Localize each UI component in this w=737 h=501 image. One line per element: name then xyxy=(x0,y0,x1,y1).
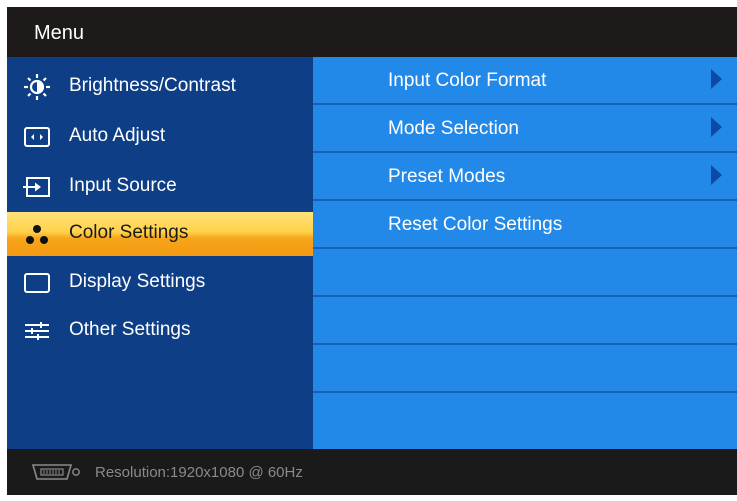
display-settings-icon xyxy=(24,273,50,293)
chevron-right-icon xyxy=(711,69,722,89)
resolution-text: Resolution:1920x1080 @ 60Hz xyxy=(95,464,303,481)
input-source-icon xyxy=(23,177,50,197)
menu-item-brightness-contrast[interactable]: Brightness/Contrast xyxy=(7,65,313,109)
menu-item-label: Brightness/Contrast xyxy=(69,75,236,96)
submenu-item-preset-modes[interactable]: Preset Modes xyxy=(313,153,737,201)
submenu-item-label: Mode Selection xyxy=(388,118,519,139)
menu-title: Menu xyxy=(34,22,85,44)
submenu-item-input-color-format[interactable]: Input Color Format xyxy=(313,57,737,105)
menu-item-other-settings[interactable]: Other Settings xyxy=(7,309,313,353)
menu-item-display-settings[interactable]: Display Settings xyxy=(7,261,313,305)
submenu-panel: Input Color Format Mode Selection Preset… xyxy=(313,57,737,449)
main-menu-panel: Brightness/Contrast Auto Adjust Input So… xyxy=(7,57,313,449)
submenu-item-label: Preset Modes xyxy=(388,166,506,187)
menu-item-label: Auto Adjust xyxy=(69,125,166,146)
chevron-right-icon xyxy=(711,165,722,185)
submenu-item-empty xyxy=(313,345,737,393)
menu-item-input-source[interactable]: Input Source xyxy=(7,165,313,209)
other-settings-icon xyxy=(25,322,49,340)
osd-menu: Menu Brightness/Contrast Auto Adjust Inp… xyxy=(7,7,737,495)
menu-item-label: Other Settings xyxy=(69,319,191,340)
submenu-item-label: Reset Color Settings xyxy=(388,214,563,235)
menu-item-label: Input Source xyxy=(69,175,177,196)
vga-connector-icon xyxy=(31,464,80,480)
brightness-icon xyxy=(24,74,50,100)
submenu-item-reset-color-settings[interactable]: Reset Color Settings xyxy=(313,201,737,249)
title-bar: Menu xyxy=(7,7,737,57)
auto-adjust-icon xyxy=(24,127,50,147)
submenu-item-label: Input Color Format xyxy=(388,70,547,91)
submenu-item-empty xyxy=(313,249,737,297)
submenu-item-mode-selection[interactable]: Mode Selection xyxy=(313,105,737,153)
submenu-item-empty xyxy=(313,297,737,345)
color-settings-icon xyxy=(26,225,48,244)
menu-item-label: Display Settings xyxy=(69,271,206,292)
menu-item-color-settings[interactable]: Color Settings xyxy=(7,212,313,256)
menu-item-label: Color Settings xyxy=(69,222,189,243)
menu-item-auto-adjust[interactable]: Auto Adjust xyxy=(7,115,313,159)
status-bar: Resolution:1920x1080 @ 60Hz xyxy=(7,449,737,495)
submenu-item-empty xyxy=(313,393,737,449)
chevron-right-icon xyxy=(711,117,722,137)
